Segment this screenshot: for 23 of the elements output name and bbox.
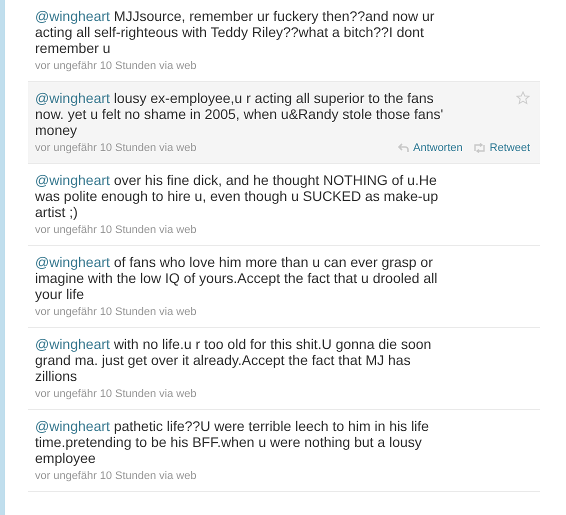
retweet-icon bbox=[472, 143, 486, 153]
tweet-meta: vor ungefähr 10 Stunden via web bbox=[35, 387, 196, 401]
mention-link[interactable]: @wingheart bbox=[35, 90, 110, 106]
mention-link[interactable]: @wingheart bbox=[35, 418, 110, 434]
tweet-text: @wingheart over his fine dick, and he thought NOTHING of u.He was polite enough to hire u, even though u SUCKED as make-up artist ;) bbox=[35, 172, 440, 220]
mention-link[interactable]: @wingheart bbox=[35, 172, 110, 188]
tweet-meta: vor ungefähr 10 Stunden via web bbox=[35, 469, 196, 483]
tweet-meta: vor ungefähr 10 Stunden via web bbox=[35, 305, 196, 319]
tweet-text: @wingheart of fans who love him more than u can ever grasp or imagine with the low IQ of yours.Accept the fact that u drooled all your life bbox=[35, 254, 438, 302]
tweet-text: @wingheart lousy ex-employee,u r acting all superior to the fans now. yet u felt no shame in 2005, when u&Randy stole those fans' money bbox=[35, 90, 444, 138]
tweet-text: @wingheart MJJsource, remember ur fuckery then??and now ur acting all self-righteous with Teddy Riley??what a bitch??I dont remember u bbox=[35, 8, 436, 56]
tweet-text: @wingheart with no life.u r too old for this shit.U gonna die soon grand ma. just get over it already.Accept the fact that MJ has zillions bbox=[35, 336, 432, 384]
retweet-link[interactable]: Retweet bbox=[472, 141, 530, 155]
mention-link[interactable]: @wingheart bbox=[35, 254, 110, 270]
reply-icon bbox=[398, 143, 410, 153]
mention-link[interactable]: @wingheart bbox=[35, 8, 110, 24]
mention-link[interactable]: @wingheart bbox=[35, 336, 110, 352]
tweet-meta: vor ungefähr 10 Stunden via web bbox=[35, 141, 196, 155]
tweet-text: @wingheart pathetic life??U were terrible leech to him in his life time.pretending to be his BFF.when u were nothing but a lousy employee bbox=[35, 418, 430, 466]
tweet-meta: vor ungefähr 10 Stunden via web bbox=[35, 223, 196, 237]
tweet-meta: vor ungefähr 10 Stunden via web bbox=[35, 59, 196, 73]
star-icon[interactable] bbox=[516, 91, 530, 105]
reply-link[interactable]: Antworten bbox=[398, 141, 463, 155]
